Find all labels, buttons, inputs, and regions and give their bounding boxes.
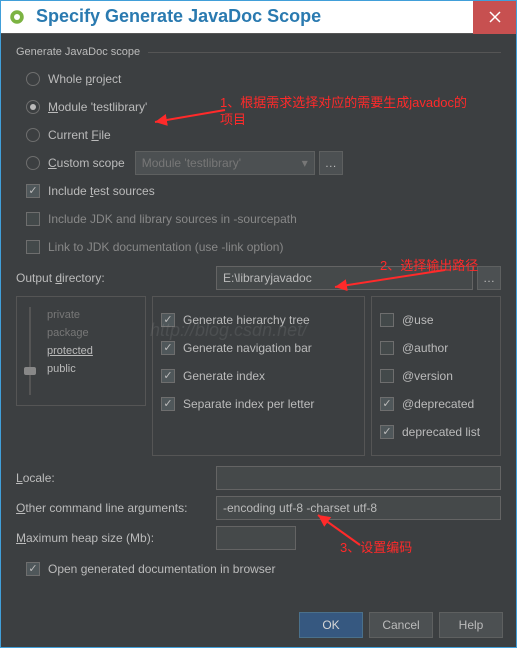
cancel-button[interactable]: Cancel xyxy=(369,612,433,638)
visibility-package: package xyxy=(47,327,137,339)
check-use[interactable]: @use xyxy=(380,309,492,331)
radio-label: Current File xyxy=(48,128,111,142)
radio-module[interactable]: Module 'testlibrary' xyxy=(26,96,501,118)
visibility-slider[interactable]: private package protected public xyxy=(16,296,146,406)
check-label: @deprecated xyxy=(402,397,474,411)
radio-custom-scope[interactable]: Custom scope Module 'testlibrary' ▾ … xyxy=(26,152,501,174)
args-label: Other command line arguments: xyxy=(16,501,216,515)
locale-input[interactable] xyxy=(216,466,501,490)
checkbox-icon xyxy=(26,562,40,576)
output-dir-label: Output directory: xyxy=(16,271,216,285)
check-open-browser[interactable]: Open generated documentation in browser xyxy=(26,558,501,580)
radio-label: Whole project xyxy=(48,72,121,86)
checkbox-icon xyxy=(161,341,175,355)
checkbox-icon xyxy=(26,240,40,254)
check-deplist[interactable]: deprecated list xyxy=(380,421,492,443)
check-label: Open generated documentation in browser xyxy=(48,562,275,576)
help-button[interactable]: Help xyxy=(439,612,503,638)
slider-track xyxy=(23,307,37,395)
args-input[interactable] xyxy=(216,496,501,520)
check-label: Generate hierarchy tree xyxy=(183,313,310,327)
check-label: @version xyxy=(402,369,453,383)
check-index[interactable]: Generate index xyxy=(161,365,356,387)
check-label: Include JDK and library sources in -sour… xyxy=(48,212,297,226)
dialog-title: Specify Generate JavaDoc Scope xyxy=(36,6,473,27)
check-author[interactable]: @author xyxy=(380,337,492,359)
radio-label: Module 'testlibrary' xyxy=(48,100,147,114)
check-label: Include test sources xyxy=(48,184,155,198)
check-label: deprecated list xyxy=(402,425,480,439)
checkbox-icon xyxy=(161,397,175,411)
radio-label: Custom scope xyxy=(48,156,125,170)
checkbox-icon xyxy=(380,425,394,439)
check-label: Generate navigation bar xyxy=(183,341,312,355)
check-version[interactable]: @version xyxy=(380,365,492,387)
chevron-down-icon: ▾ xyxy=(302,156,308,170)
custom-scope-browse[interactable]: … xyxy=(319,151,343,175)
checkbox-icon xyxy=(161,313,175,327)
radio-icon xyxy=(26,128,40,142)
check-deprecated[interactable]: @deprecated xyxy=(380,393,492,415)
generate-options: Generate hierarchy tree Generate navigat… xyxy=(152,296,365,456)
checkbox-icon xyxy=(380,397,394,411)
tag-options: @use @author @version @deprecated deprec… xyxy=(371,296,501,456)
heap-input[interactable] xyxy=(216,526,296,550)
checkbox-icon xyxy=(161,369,175,383)
check-sep-index[interactable]: Separate index per letter xyxy=(161,393,356,415)
radio-whole-project[interactable]: Whole project xyxy=(26,68,501,90)
fieldset-label: Generate JavaDoc scope xyxy=(16,46,501,58)
check-label: @use xyxy=(402,313,434,327)
android-studio-icon xyxy=(8,8,26,26)
custom-scope-dropdown[interactable]: Module 'testlibrary' ▾ xyxy=(135,151,315,175)
dropdown-value: Module 'testlibrary' xyxy=(142,156,241,170)
check-include-tests[interactable]: Include test sources xyxy=(26,180,501,202)
checkbox-icon xyxy=(380,313,394,327)
check-label: Generate index xyxy=(183,369,265,383)
radio-icon xyxy=(26,100,40,114)
heap-label: Maximum heap size (Mb): xyxy=(16,531,216,545)
check-link-jdk[interactable]: Link to JDK documentation (use -link opt… xyxy=(26,236,501,258)
button-bar: OK Cancel Help xyxy=(299,612,503,638)
visibility-public: public xyxy=(47,363,137,375)
checkbox-icon xyxy=(380,369,394,383)
check-label: Link to JDK documentation (use -link opt… xyxy=(48,240,283,254)
check-hierarchy[interactable]: Generate hierarchy tree xyxy=(161,309,356,331)
check-navbar[interactable]: Generate navigation bar xyxy=(161,337,356,359)
checkbox-icon xyxy=(26,212,40,226)
titlebar: Specify Generate JavaDoc Scope xyxy=(0,0,517,34)
ok-button[interactable]: OK xyxy=(299,612,363,638)
locale-label: Locale: xyxy=(16,471,216,485)
check-label: @author xyxy=(402,341,448,355)
close-button[interactable] xyxy=(473,0,517,34)
check-label: Separate index per letter xyxy=(183,397,314,411)
visibility-private: private xyxy=(47,309,137,321)
check-include-jdk[interactable]: Include JDK and library sources in -sour… xyxy=(26,208,501,230)
visibility-protected: protected xyxy=(47,345,137,357)
checkbox-icon xyxy=(380,341,394,355)
radio-icon xyxy=(26,72,40,86)
output-dir-input[interactable] xyxy=(216,266,473,290)
radio-icon xyxy=(26,156,40,170)
checkbox-icon xyxy=(26,184,40,198)
slider-thumb[interactable] xyxy=(24,367,36,375)
radio-current-file[interactable]: Current File xyxy=(26,124,501,146)
output-dir-browse[interactable]: … xyxy=(477,266,501,290)
